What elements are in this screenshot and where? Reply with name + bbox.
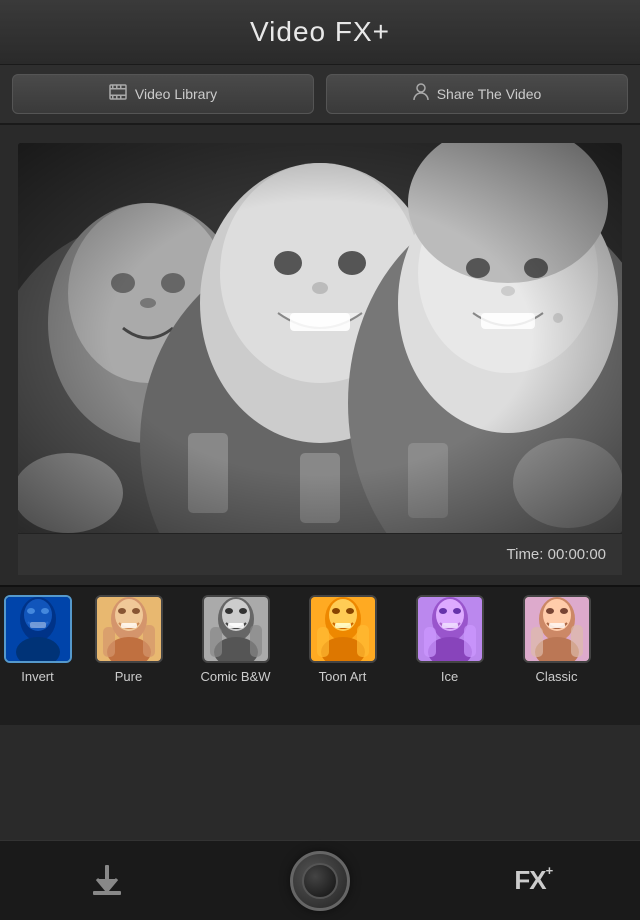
fx-label-ice: Ice bbox=[441, 669, 458, 684]
camera-button[interactable] bbox=[280, 851, 360, 911]
video-frame bbox=[18, 143, 622, 533]
bottom-toolbar: FX+ bbox=[0, 840, 640, 920]
video-library-label: Video Library bbox=[135, 86, 217, 102]
main-toolbar: Video Library Share The Video bbox=[0, 65, 640, 125]
fx-item-comic-bw[interactable]: Comic B&W bbox=[182, 595, 289, 684]
fx-item-toon-art[interactable]: Toon Art bbox=[289, 595, 396, 684]
share-video-label: Share The Video bbox=[437, 86, 542, 102]
person-icon bbox=[413, 83, 429, 106]
video-container: Time: 00:00:00 bbox=[0, 125, 640, 575]
fx-plus-button[interactable]: FX+ bbox=[493, 851, 573, 911]
time-display: Time: 00:00:00 bbox=[507, 546, 607, 563]
fx-label-classic: Classic bbox=[536, 669, 578, 684]
share-video-button[interactable]: Share The Video bbox=[326, 74, 628, 114]
fx-thumbnail-classic bbox=[523, 595, 591, 663]
app-title: Video FX+ bbox=[250, 16, 390, 48]
fx-item-pure[interactable]: Pure bbox=[75, 595, 182, 684]
camera-lens bbox=[302, 863, 338, 899]
fx-item-ice[interactable]: Ice bbox=[396, 595, 503, 684]
app-header: Video FX+ bbox=[0, 0, 640, 65]
fx-label-comic-bw: Comic B&W bbox=[200, 669, 270, 684]
time-bar: Time: 00:00:00 bbox=[18, 533, 622, 575]
video-library-button[interactable]: Video Library bbox=[12, 74, 314, 114]
fx-thumbnail-pure bbox=[95, 595, 163, 663]
video-preview bbox=[18, 143, 622, 533]
fx-item-invert[interactable]: Invert bbox=[0, 595, 75, 684]
fx-filter-strip: Invert Pure bbox=[0, 585, 640, 725]
fx-plus-label: FX+ bbox=[514, 865, 552, 896]
fx-thumbnail-comic-bw bbox=[202, 595, 270, 663]
fx-label-toon-art: Toon Art bbox=[319, 669, 367, 684]
fx-thumbnail-ice bbox=[416, 595, 484, 663]
fx-label-pure: Pure bbox=[115, 669, 142, 684]
fx-item-classic[interactable]: Classic bbox=[503, 595, 610, 684]
fx-thumbnail-invert bbox=[4, 595, 72, 663]
camera-body bbox=[290, 851, 350, 911]
film-icon bbox=[109, 84, 127, 105]
fx-label-invert: Invert bbox=[21, 669, 54, 684]
fx-thumbnail-toon-art bbox=[309, 595, 377, 663]
download-button[interactable] bbox=[67, 851, 147, 911]
